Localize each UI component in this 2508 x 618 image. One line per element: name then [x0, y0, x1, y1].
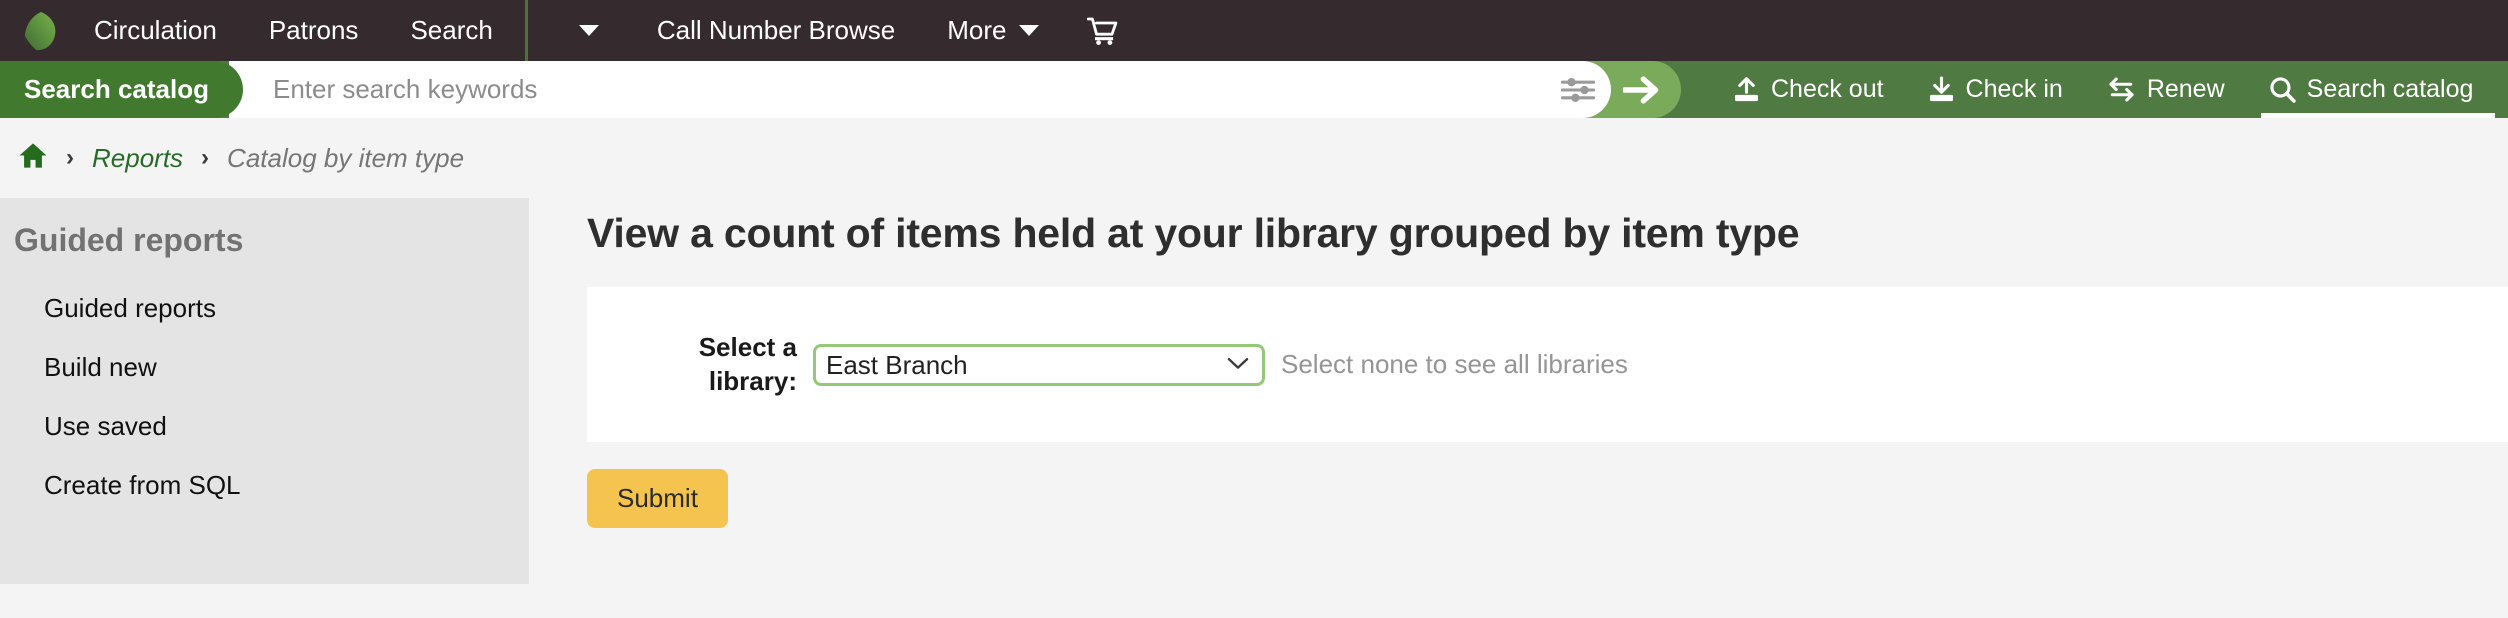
search-filter-button[interactable]: [1545, 61, 1611, 118]
search-scope-button[interactable]: Search catalog: [0, 61, 243, 118]
nav-item-patrons[interactable]: Patrons: [243, 0, 385, 61]
renew-button[interactable]: Renew: [2085, 61, 2247, 118]
page-body: Guided reports Guided reports Build new …: [0, 198, 2508, 584]
chevron-down-icon: [578, 25, 599, 36]
nav-divider: [524, 0, 528, 61]
search-catalog-button[interactable]: Search catalog: [2247, 61, 2496, 118]
search-scope-label: Search catalog: [24, 74, 209, 104]
library-select[interactable]: East Branch: [813, 343, 1265, 386]
home-icon[interactable]: [18, 142, 48, 174]
check-out-label: Check out: [1770, 75, 1884, 103]
nav-dropdown-toggle[interactable]: [534, 0, 631, 61]
check-in-label: Check in: [1965, 75, 2063, 103]
breadcrumb-link-reports[interactable]: Reports: [92, 143, 183, 174]
library-select-wrapper: East Branch: [813, 343, 1265, 386]
top-navbar: Circulation Patrons Search Call Number B…: [0, 0, 2508, 61]
sidebar-item-guided-reports[interactable]: Guided reports: [0, 279, 529, 338]
shopping-cart-icon: [1087, 17, 1118, 45]
nav-item-call-number-browse-label: Call Number Browse: [656, 15, 896, 45]
search-catalog-label: Search catalog: [2306, 75, 2474, 103]
nav-item-search[interactable]: Search: [384, 0, 518, 61]
koha-leaf-logo-icon: [24, 11, 56, 51]
sidebar-title: Guided reports: [14, 222, 244, 258]
check-in-button[interactable]: Check in: [1906, 61, 2085, 118]
magnifier-icon: [2270, 77, 2296, 103]
nav-item-more[interactable]: More: [921, 0, 1065, 61]
breadcrumb-separator: ›: [201, 144, 210, 171]
nav-item-circulation-label: Circulation: [94, 15, 217, 45]
nav-item-patrons-label: Patrons: [268, 15, 359, 45]
breadcrumb-current: Catalog by item type: [227, 142, 465, 173]
report-form-panel: Select a library: East Branch Select non…: [587, 287, 2508, 442]
sliders-filter-icon: [1560, 77, 1595, 102]
nav-item-search-label: Search: [410, 15, 493, 45]
nav-item-call-number-browse[interactable]: Call Number Browse: [631, 0, 921, 61]
breadcrumb-separator: ›: [66, 144, 74, 171]
nav-item-more-label: More: [947, 15, 1007, 45]
sidebar-item-build-new[interactable]: Build new: [0, 338, 529, 397]
upload-arrow-icon: [1735, 77, 1758, 102]
breadcrumb: › Reports › Catalog by item type: [0, 118, 2508, 198]
home-icon-glyph: [19, 143, 47, 168]
primary-nav-links: Circulation Patrons Search Call Number B…: [68, 0, 1142, 61]
sidebar-item-use-saved[interactable]: Use saved: [0, 397, 529, 456]
renew-label: Renew: [2146, 75, 2225, 103]
exchange-arrows-icon: [2109, 77, 2134, 102]
submit-row: Submit: [587, 442, 2508, 528]
download-arrow-icon: [1929, 76, 1953, 102]
check-out-button[interactable]: Check out: [1711, 61, 1906, 118]
search-input[interactable]: [228, 61, 1545, 118]
quick-actions: Check out Check in Renew Search catalog: [1711, 61, 2496, 118]
arrow-right-icon: [1622, 75, 1659, 104]
chevron-down-icon: [1019, 25, 1040, 36]
search-bar: Search catalog Chec: [0, 61, 2508, 118]
search-field-container: [228, 61, 1611, 118]
koha-leaf-logo[interactable]: [14, 0, 68, 61]
main-content: View a count of items held at your libra…: [529, 198, 2508, 584]
library-select-label: Select a library:: [698, 331, 797, 396]
library-select-hint: Select none to see all libraries: [1281, 349, 1628, 379]
nav-item-circulation[interactable]: Circulation: [68, 0, 243, 61]
page-title: View a count of items held at your libra…: [587, 210, 1800, 256]
submit-button[interactable]: Submit: [587, 469, 728, 528]
sidebar-item-create-from-sql[interactable]: Create from SQL: [0, 456, 529, 515]
sidebar: Guided reports Guided reports Build new …: [0, 198, 529, 584]
cart-button[interactable]: [1065, 0, 1142, 61]
